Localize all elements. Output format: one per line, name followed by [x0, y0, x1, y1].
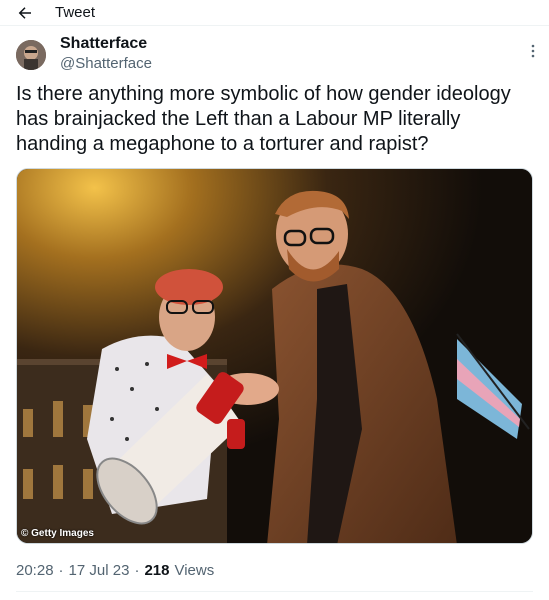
- views-count[interactable]: 218: [144, 562, 169, 579]
- photo-image: [17, 169, 532, 543]
- avatar[interactable]: [16, 40, 46, 70]
- top-bar: Tweet: [0, 0, 549, 26]
- arrow-left-icon: [18, 7, 31, 19]
- photo-credit: © Getty Images: [21, 528, 94, 539]
- divider: [16, 591, 533, 592]
- tweet-author: Shatterface @Shatterface: [16, 34, 536, 74]
- author-handle[interactable]: @Shatterface: [60, 55, 152, 72]
- more-options-button[interactable]: [526, 42, 540, 60]
- views-label: Views: [174, 562, 215, 579]
- tweet-time[interactable]: 20:28: [16, 562, 54, 579]
- tweet-text: Is there anything more symbolic of how g…: [16, 83, 511, 155]
- back-button[interactable]: [14, 2, 36, 24]
- tweet-metadata: 20:28 · 17 Jul 23 · 218 Views: [16, 562, 214, 579]
- tweet-photo[interactable]: © Getty Images: [16, 168, 533, 544]
- more-vertical-icon: [531, 44, 535, 58]
- meta-separator: ·: [58, 562, 64, 579]
- meta-separator: ·: [134, 562, 140, 579]
- author-display-name[interactable]: Shatterface: [60, 35, 147, 53]
- page-title: Tweet: [55, 4, 96, 21]
- tweet-date[interactable]: 17 Jul 23: [69, 562, 130, 579]
